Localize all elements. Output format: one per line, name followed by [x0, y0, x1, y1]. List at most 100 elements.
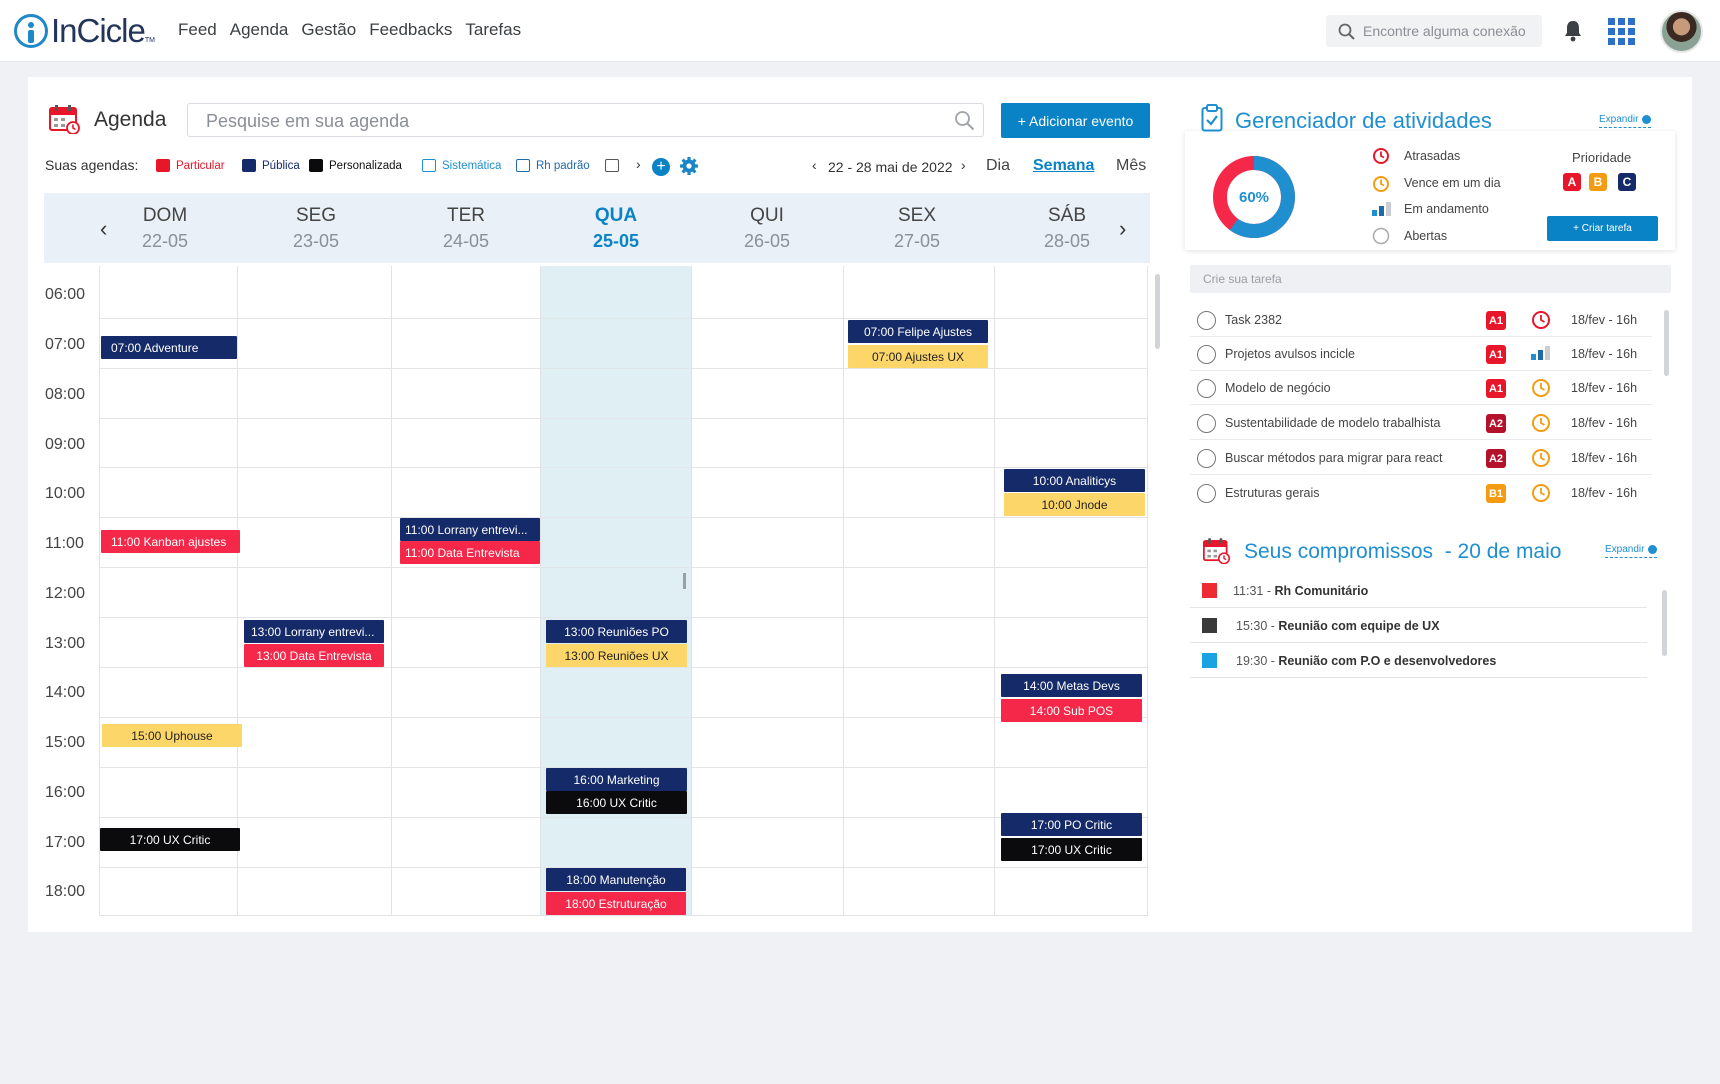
incicle-logo[interactable]: InCicle TM: [14, 12, 155, 50]
legend-checkbox[interactable]: [422, 159, 436, 172]
event-item[interactable]: 07:00 Ajustes UX: [848, 345, 988, 368]
view-day[interactable]: Dia: [986, 157, 1010, 175]
view-week[interactable]: Semana: [1033, 157, 1094, 175]
task-checkbox[interactable]: [1197, 379, 1216, 398]
create-task-button[interactable]: + Criar tarefa: [1547, 216, 1658, 241]
event-item[interactable]: 18:00 Estruturação: [546, 892, 686, 915]
event-item[interactable]: 07:00 Felipe Ajustes: [848, 320, 988, 343]
task-checkbox[interactable]: [1197, 484, 1216, 503]
event-item[interactable]: 15:00 Uphouse: [102, 724, 242, 747]
day-header-qui[interactable]: QUI 26-05: [707, 205, 827, 252]
add-agenda-button[interactable]: +: [652, 158, 670, 176]
day-date: 23-05: [292, 231, 340, 251]
event-item[interactable]: 10:00 Analiticys: [1004, 469, 1145, 492]
calendar-scrollbar[interactable]: [1155, 274, 1160, 349]
task-priority-badge: A1: [1486, 311, 1506, 330]
day-header-qua[interactable]: QUA 25-05: [556, 205, 676, 252]
event-item[interactable]: 17:00 UX Critic: [100, 828, 240, 851]
day-header-sex[interactable]: SEX 27-05: [857, 205, 977, 252]
legend-label: Pública: [262, 159, 300, 172]
task-checkbox[interactable]: [1197, 414, 1216, 433]
event-item[interactable]: 13:00 Lorrany entrevi...: [244, 620, 384, 643]
week-grid[interactable]: [99, 266, 1148, 916]
event-item[interactable]: 11:00 Kanban ajustes: [101, 530, 240, 553]
event-item[interactable]: 18:00 Manutenção: [546, 868, 686, 891]
search-icon[interactable]: [954, 110, 975, 131]
task-row[interactable]: Modelo de negócio A1 18/fev - 16h: [1190, 372, 1652, 405]
tasks-scrollbar[interactable]: [1664, 310, 1669, 376]
event-item[interactable]: 17:00 UX Critic: [1001, 838, 1142, 861]
event-item[interactable]: 13:00 Data Entrevista: [244, 644, 384, 667]
commitment-color-swatch: [1202, 653, 1217, 668]
commitments-expand-link[interactable]: Expandir: [1605, 544, 1658, 558]
add-event-button[interactable]: + Adicionar evento: [1001, 103, 1150, 138]
day-header-seg[interactable]: SEG 23-05: [256, 205, 376, 252]
next-week-chevron-icon[interactable]: ›: [961, 157, 966, 173]
activity-expand-link[interactable]: Expandir: [1599, 114, 1652, 128]
legend-publica[interactable]: Pública: [242, 159, 300, 172]
commitment-item[interactable]: 11:31 - Rh Comunitário: [1190, 573, 1647, 608]
legend-rh-padrao[interactable]: Rh padrão: [516, 159, 590, 172]
nav-agenda[interactable]: Agenda: [230, 20, 289, 40]
commitment-text: 19:30 - Reunião com P.O e desenvolvedore…: [1236, 654, 1497, 668]
nav-tarefas[interactable]: Tarefas: [465, 20, 521, 40]
event-item[interactable]: 14:00 Sub POS: [1001, 699, 1142, 722]
day-name: TER: [447, 205, 485, 226]
task-checkbox[interactable]: [1197, 345, 1216, 364]
connection-search-input[interactable]: Encontre alguma conexão: [1326, 15, 1542, 47]
user-avatar[interactable]: [1660, 10, 1703, 53]
view-month[interactable]: Mês: [1116, 157, 1146, 175]
resize-grip[interactable]: [683, 573, 686, 589]
event-item[interactable]: 13:00 Reuniões PO: [546, 620, 687, 643]
event-item[interactable]: 13:00 Reuniões UX: [546, 644, 687, 667]
day-name: DOM: [142, 205, 188, 226]
day-header-ter[interactable]: TER 24-05: [406, 205, 526, 252]
event-item[interactable]: 10:00 Jnode: [1004, 493, 1145, 516]
nav-feedbacks[interactable]: Feedbacks: [369, 20, 452, 40]
create-task-input[interactable]: Crie sua tarefa: [1190, 265, 1671, 293]
event-item[interactable]: 07:00 Adventure: [101, 336, 237, 359]
legend-personalizada[interactable]: Personalizada: [309, 159, 402, 172]
legend-particular[interactable]: Particular: [156, 159, 225, 172]
day-header-dom[interactable]: DOM 22-05: [105, 205, 225, 252]
event-item[interactable]: 17:00 PO Critic: [1001, 813, 1142, 836]
task-row[interactable]: Buscar métodos para migrar para react A2…: [1190, 442, 1652, 475]
commitment-item[interactable]: 15:30 - Reunião com equipe de UX: [1190, 608, 1647, 643]
apps-grid-icon[interactable]: [1608, 18, 1635, 45]
task-row[interactable]: Projetos avulsos incicle A1 18/fev - 16h: [1190, 338, 1652, 371]
bell-icon[interactable]: [1563, 19, 1583, 42]
nav-feed[interactable]: Feed: [178, 20, 217, 40]
task-row[interactable]: Estruturas gerais B1 18/fev - 16h: [1190, 477, 1652, 510]
gear-icon[interactable]: [679, 156, 699, 176]
hour-divider: [99, 467, 1148, 468]
task-row[interactable]: Sustentabilidade de modelo trabalhista A…: [1190, 407, 1652, 440]
prev-week-chevron-icon[interactable]: ‹: [812, 157, 817, 173]
event-item[interactable]: 14:00 Metas Devs: [1001, 674, 1142, 697]
task-checkbox[interactable]: [1197, 449, 1216, 468]
event-item[interactable]: 11:00 Lorrany entrevi...: [400, 518, 540, 541]
agenda-search-input[interactable]: Pesquise em sua agenda: [187, 103, 984, 137]
day-header-sab[interactable]: SÁB 28-05: [1007, 205, 1127, 252]
legend-next-chevron-icon[interactable]: ›: [636, 156, 641, 172]
priority-badge-b[interactable]: B: [1589, 173, 1607, 191]
nav-gestao[interactable]: Gestão: [301, 20, 356, 40]
legend-sistematica[interactable]: Sistemática: [422, 159, 501, 172]
commitment-item[interactable]: 19:30 - Reunião com P.O e desenvolvedore…: [1190, 643, 1647, 678]
commitment-text: 15:30 - Reunião com equipe de UX: [1236, 619, 1440, 633]
task-row[interactable]: Task 2382 A1 18/fev - 16h: [1190, 304, 1652, 337]
event-item[interactable]: 16:00 Marketing: [546, 768, 687, 791]
event-item[interactable]: 16:00 UX Critic: [546, 791, 687, 814]
hour-label: 10:00: [45, 485, 86, 502]
legend-extra[interactable]: [605, 159, 625, 172]
agenda-title: Agenda: [94, 108, 167, 131]
event-item[interactable]: 11:00 Data Entrevista: [400, 541, 540, 564]
logo-icon: [14, 14, 48, 48]
task-checkbox[interactable]: [1197, 311, 1216, 330]
priority-badge-c[interactable]: C: [1618, 173, 1636, 191]
legend-checkbox[interactable]: [516, 159, 530, 172]
commitments-scrollbar[interactable]: [1662, 590, 1667, 656]
legend-checkbox[interactable]: [605, 159, 619, 172]
priority-badge-a[interactable]: A: [1563, 173, 1581, 191]
column-divider: [237, 266, 238, 916]
agenda-search-placeholder: Pesquise em sua agenda: [206, 111, 410, 131]
